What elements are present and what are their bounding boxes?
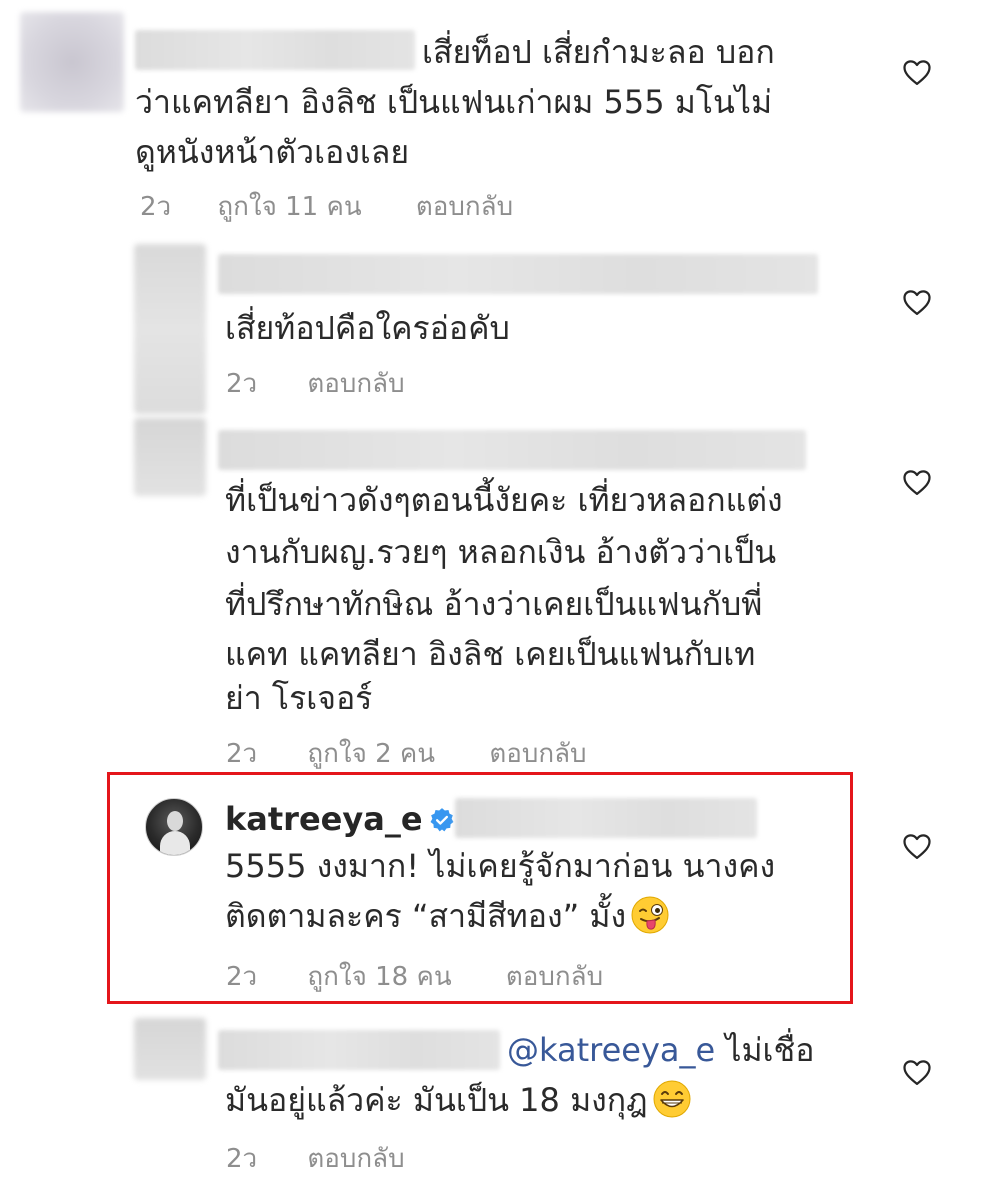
avatar-blurred[interactable] <box>134 244 206 414</box>
comment-text: งานกับผญ.รวยๆ หลอกเงิน อ้างตัวว่าเป็น <box>225 533 777 571</box>
avatar-blurred[interactable] <box>20 12 124 112</box>
heart-outline-icon <box>903 470 931 495</box>
username-blurred[interactable] <box>218 254 818 294</box>
comment-text: ที่เป็นข่าวดังๆตอนนี้งัยคะ เที่ยวหลอกแต่… <box>225 481 783 519</box>
reply-button[interactable]: ตอบกลับ <box>489 737 586 771</box>
comment-time: 2ว <box>140 192 172 222</box>
comment-meta: 2ว ถูกใจ 11 คน ตอบกลับ <box>140 190 513 224</box>
grinning-face-with-smiling-eyes-emoji <box>653 1080 691 1118</box>
like-button[interactable] <box>902 832 932 860</box>
avatar-body <box>160 831 190 855</box>
comment-time: 2ว <box>226 739 258 769</box>
likes-count-link[interactable]: ถูกใจ 11 คน <box>217 190 361 224</box>
reply-button[interactable]: ตอบกลับ <box>307 1142 404 1176</box>
username-blurred[interactable] <box>218 1030 500 1070</box>
comment-time: 2ว <box>226 962 258 992</box>
winking-face-with-tongue-emoji <box>631 896 669 934</box>
comment-text: เสี่ยท็อป เสี่ยกำมะลอ บอก <box>422 33 775 71</box>
mention-link[interactable]: @katreeya_e <box>507 1031 715 1069</box>
heart-outline-icon <box>903 1060 931 1085</box>
reply-button[interactable]: ตอบกลับ <box>416 190 513 224</box>
comment-text: ติดตามละคร “สามีสีทอง” มั้ง <box>225 890 670 942</box>
comment-meta: 2ว ตอบกลับ <box>226 1142 405 1176</box>
comment-text: ดูหนังหน้าตัวเองเลย <box>135 133 410 171</box>
likes-count-link[interactable]: ถูกใจ 2 คน <box>307 737 435 771</box>
like-button[interactable] <box>902 58 932 86</box>
comment-text: ที่ปรึกษาทักษิณ อ้างว่าเคยเป็นแฟนกับพี่ <box>225 585 763 623</box>
comment-text: มันอยู่แล้วค่ะ มันเป็น 18 มงกุฎ <box>225 1074 692 1126</box>
comment-text: เสี่ยท้อปคือใครอ่อคับ <box>225 309 510 347</box>
comment-time: 2ว <box>226 1144 258 1174</box>
comment-meta: 2ว ถูกใจ 2 คน ตอบกลับ <box>226 737 587 771</box>
comment-meta: 2ว ถูกใจ 18 คน ตอบกลับ <box>226 960 603 994</box>
comment-meta: 2ว ตอบกลับ <box>226 367 405 401</box>
comment-text: ว่าแคทลียา อิงลิช เป็นแฟนเก่าผม 555 มโนไ… <box>135 83 773 121</box>
username-blurred[interactable] <box>135 30 415 70</box>
comment-time: 2ว <box>226 369 258 399</box>
avatar-blurred[interactable] <box>134 418 206 496</box>
like-button[interactable] <box>902 468 932 496</box>
comment-text: @katreeya_e ไม่เชื่อ <box>507 1031 815 1069</box>
heart-outline-icon <box>903 60 931 85</box>
likes-count-link[interactable]: ถูกใจ 18 คน <box>307 960 451 994</box>
avatar-face <box>167 811 183 831</box>
avatar-blurred[interactable] <box>134 1018 206 1080</box>
like-button[interactable] <box>902 1058 932 1086</box>
comment-header: katreeya_e <box>225 793 455 845</box>
verified-badge-icon <box>430 808 453 832</box>
reply-button[interactable]: ตอบกลับ <box>307 367 404 401</box>
heart-outline-icon <box>903 834 931 859</box>
username-link[interactable]: katreeya_e <box>225 800 423 838</box>
comment-text: 5555 งงมาก! ไม่เคยรู้จักมาก่อน นางคง <box>225 847 776 885</box>
avatar[interactable] <box>145 798 203 856</box>
heart-outline-icon <box>903 290 931 315</box>
username-blurred[interactable] <box>218 430 806 470</box>
comment-text: ย่า โรเจอร์ <box>225 679 373 717</box>
mentioned-username-blurred[interactable] <box>455 798 757 838</box>
reply-button[interactable]: ตอบกลับ <box>506 960 603 994</box>
like-button[interactable] <box>902 288 932 316</box>
